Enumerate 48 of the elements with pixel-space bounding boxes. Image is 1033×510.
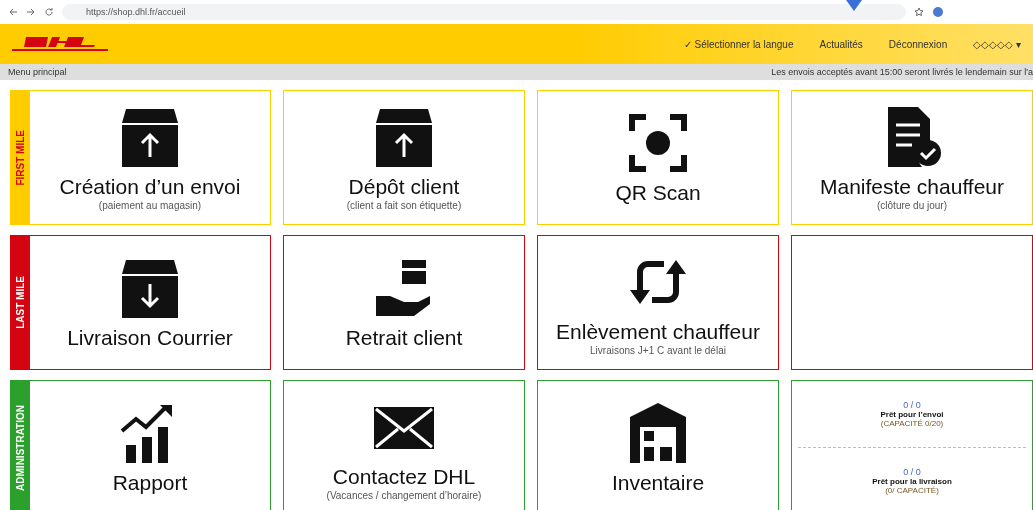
- menu-card[interactable]: Contactez DHL (Vacances / changement d’horaire): [283, 380, 525, 510]
- notice-text: Les envois acceptés avant 15:00 seront livrés le lendemain sur l'a: [771, 67, 1033, 77]
- menu-card[interactable]: Retrait client: [283, 235, 525, 370]
- menu-card[interactable]: Manifeste chauffeur (clôture du jour): [791, 90, 1033, 225]
- forward-icon[interactable]: [26, 7, 36, 17]
- menu-card[interactable]: Création d’un envoi (paiement au magasin): [30, 90, 271, 225]
- counter-label: Prêt pour l’envoi: [880, 410, 944, 419]
- section-label: LAST MILE: [14, 276, 26, 329]
- nav-link[interactable]: Déconnexion: [888, 38, 948, 50]
- nav-link[interactable]: ◇◇◇◇◇ ▾: [973, 38, 1021, 50]
- menu-card[interactable]: Dépôt client (client a fait son étiquette): [283, 90, 525, 225]
- location-pin-icon: [845, 0, 863, 12]
- card-title: Livraison Courrier: [67, 325, 233, 350]
- back-icon[interactable]: [8, 7, 18, 17]
- breadcrumb: Menu principal: [8, 67, 67, 77]
- star-icon[interactable]: [914, 7, 924, 17]
- counter-note: (CAPACITÉ 0/20): [880, 419, 944, 428]
- card-subtitle: (Vacances / changement d’horaire): [326, 489, 482, 501]
- menu-card[interactable]: Inventaire: [537, 380, 779, 510]
- counter-note: (0/ CAPACITÉ): [885, 486, 939, 495]
- card-title: Contactez DHL: [332, 464, 476, 489]
- menu-card[interactable]: Enlèvement chauffeur Livraisons J+1 C avant le délai: [537, 235, 779, 370]
- menu-card[interactable]: QR Scan: [537, 90, 779, 225]
- card-title: Manifeste chauffeur: [819, 174, 1005, 199]
- menu-card[interactable]: Livraison Courrier: [30, 235, 271, 370]
- card-title: Dépôt client: [348, 174, 460, 199]
- counter-value: 0 / 0: [903, 467, 921, 477]
- card-subtitle: (clôture du jour): [877, 199, 947, 211]
- card-title: Inventaire: [611, 470, 705, 495]
- extension-icon[interactable]: [932, 6, 944, 18]
- menu-card[interactable]: Rapport: [30, 380, 271, 510]
- nav-link[interactable]: Actualités: [819, 38, 863, 50]
- address-bar[interactable]: https://shop.dhl.fr/accueil: [62, 4, 906, 20]
- dhl-logo[interactable]: [12, 36, 108, 52]
- reload-icon[interactable]: [44, 7, 54, 17]
- card-title: Rapport: [112, 470, 188, 495]
- card-title: Retrait client: [345, 325, 463, 350]
- card-title: QR Scan: [615, 180, 701, 205]
- card-subtitle: (client a fait son étiquette): [346, 199, 462, 211]
- card-subtitle: Livraisons J+1 C avant le délai: [590, 344, 726, 356]
- card-title: Enlèvement chauffeur: [556, 319, 760, 344]
- card-subtitle: (paiement au magasin): [98, 199, 202, 211]
- counter-label: Prêt pour la livraison: [872, 477, 952, 486]
- section-label: FIRST MILE: [14, 129, 26, 186]
- nav-link[interactable]: ✓ Sélectionner la langue: [683, 38, 794, 50]
- counter-value: 0 / 0: [903, 400, 921, 410]
- card-title: Création d’un envoi: [59, 174, 241, 199]
- section-label: ADMINISTRATION: [14, 404, 26, 491]
